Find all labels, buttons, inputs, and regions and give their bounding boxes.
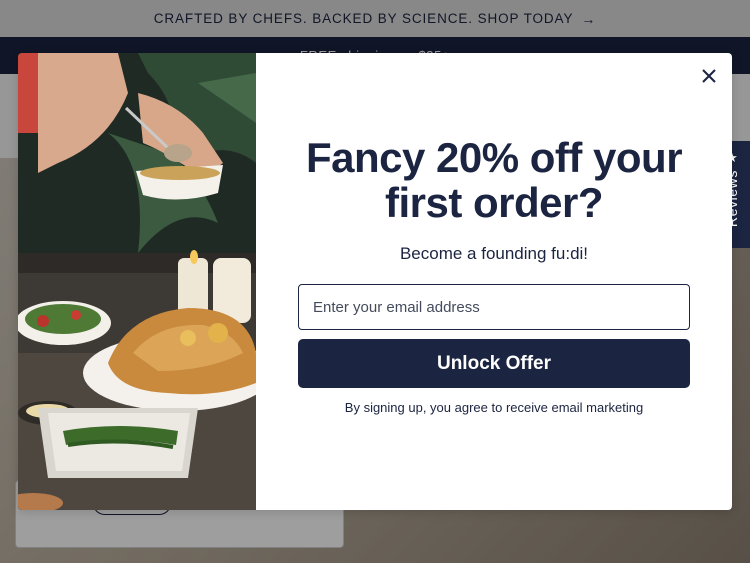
- email-input[interactable]: [298, 284, 690, 330]
- signup-disclaimer: By signing up, you agree to receive emai…: [344, 400, 644, 415]
- modal-content: Fancy 20% off your first order? Become a…: [256, 53, 732, 510]
- food-photo: [18, 53, 256, 510]
- unlock-offer-button[interactable]: Unlock Offer: [298, 339, 690, 388]
- modal-subheadline: Become a founding fu:di!: [399, 244, 589, 263]
- modal-headline: Fancy 20% off your first order?: [305, 134, 683, 226]
- signup-modal: Fancy 20% off your first order? Become a…: [18, 53, 732, 510]
